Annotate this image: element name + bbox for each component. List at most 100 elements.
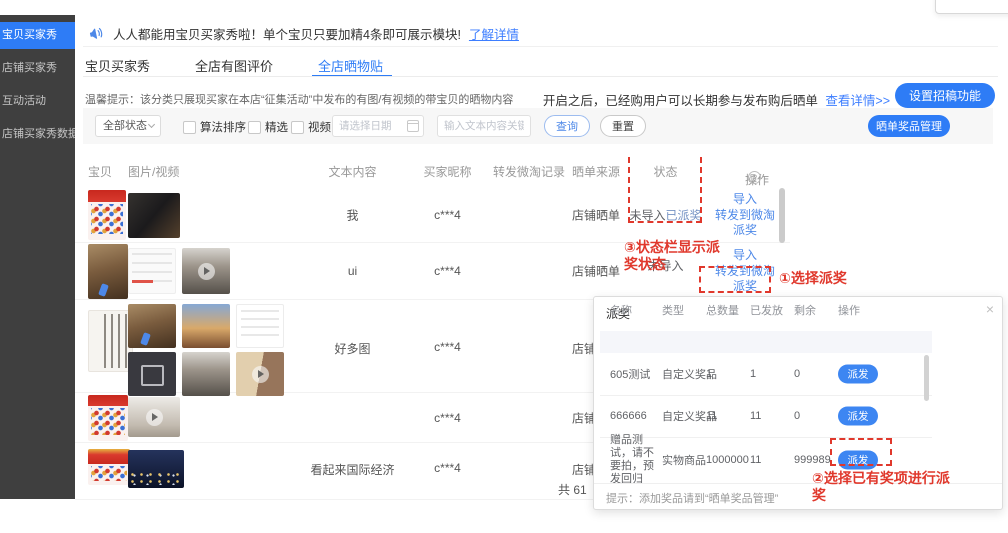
prize-name: 666666 — [610, 410, 647, 422]
setup-solicit-button[interactable]: 设置招稿功能 — [895, 83, 995, 108]
checkbox-icon[interactable] — [248, 121, 261, 134]
media-thumbnail[interactable] — [128, 352, 176, 396]
col-item: 宝贝 — [88, 163, 112, 180]
sidebar-item-item-buyer-show[interactable]: 宝贝买家秀 — [0, 22, 75, 49]
notice-text: 人人都能用宝贝买家秀啦！单个宝贝只要加精4条即可展示模块! — [113, 24, 461, 43]
modal-scrollbar[interactable] — [924, 355, 929, 401]
enable-tip-text: 开启之后，已经购用户可以长期参与发布购后晒单 — [543, 94, 818, 108]
cell-text: ui — [310, 264, 395, 278]
cell-status: 未导入已派奖 — [628, 207, 703, 224]
mcol-total: 总数量 — [706, 302, 739, 318]
notice-bar: 人人都能用宝贝买家秀啦！单个宝贝只要加精4条即可展示模块! 了解详情 — [88, 22, 519, 44]
distribute-button[interactable]: 派发 — [838, 451, 878, 470]
checkbox-icon[interactable] — [291, 121, 304, 134]
media-thumbnail[interactable] — [182, 352, 230, 396]
cell-text: 看起来国际经济 — [310, 461, 395, 478]
modal-table-header — [600, 331, 932, 353]
annotation-3: ③状态栏显示派奖状态 — [624, 239, 728, 273]
play-icon — [198, 263, 215, 280]
prize-total: 1 — [706, 368, 712, 380]
prize-manage-button[interactable]: 晒单奖品管理 — [868, 115, 950, 137]
prize-issued: 1 — [750, 368, 756, 380]
chevron-down-icon — [148, 121, 155, 128]
col-repost: 转发微淘记录 — [493, 163, 565, 180]
cell-buyer: c***4 — [415, 461, 480, 475]
cell-buyer: c***4 — [415, 264, 480, 278]
checkbox-featured[interactable]: 精选 — [248, 119, 288, 135]
tabs-divider — [83, 76, 998, 77]
media-thumbnail-video[interactable] — [182, 248, 230, 294]
media-thumbnail[interactable] — [128, 450, 184, 488]
distribute-button[interactable]: 派发 — [838, 365, 878, 384]
prize-name: 605测试 — [610, 366, 650, 382]
reset-button[interactable]: 重置 — [600, 115, 646, 137]
modal-tip: 提示：添加奖品请到“晒单奖品管理” — [606, 490, 778, 506]
product-image[interactable] — [88, 190, 126, 240]
status-select[interactable]: 全部状态 — [95, 115, 161, 137]
calendar-icon[interactable] — [407, 120, 419, 132]
checkbox-icon[interactable] — [183, 121, 196, 134]
filter-bar: 全部状态 算法排序 精选 视频 查询 重置 晒单奖品管理 — [83, 108, 993, 144]
import-link[interactable]: 导入 — [703, 192, 787, 208]
checkbox-label: 精选 — [265, 119, 288, 135]
product-image[interactable] — [88, 449, 130, 485]
product-image[interactable] — [88, 310, 133, 372]
distribute-button[interactable]: 派发 — [838, 407, 878, 426]
help-icon[interactable]: ? — [748, 171, 761, 184]
sidebar-item-interactive-activity[interactable]: 互动活动 — [0, 93, 75, 109]
product-image[interactable] — [88, 395, 128, 441]
col-buyer: 买家昵称 — [415, 163, 480, 180]
view-details-link[interactable]: 查看详情>> — [825, 94, 890, 108]
prize-total: 11 — [706, 410, 717, 422]
annotation-2: ②选择已有奖项进行派奖 — [812, 470, 952, 504]
annotation-1: ①选择派奖 — [779, 270, 847, 287]
cutoff-popup — [935, 0, 1008, 14]
checkbox-video[interactable]: 视频 — [291, 119, 331, 135]
award-link[interactable]: 派奖 — [703, 279, 787, 295]
tab-shop-photo-reviews[interactable]: 全店有图评价 — [195, 56, 273, 75]
notice-detail-link[interactable]: 了解详情 — [469, 24, 519, 43]
search-button[interactable]: 查询 — [544, 115, 590, 137]
media-thumbnail-video[interactable] — [128, 397, 180, 437]
product-image[interactable] — [88, 244, 128, 299]
cell-text: 好多图 — [310, 340, 395, 357]
table-scrollbar[interactable] — [779, 188, 785, 243]
sidebar-item-buyer-show-data[interactable]: 店铺买家秀数据 — [0, 126, 75, 142]
table-header: 宝贝 图片/视频 文本内容 买家昵称 转发微淘记录 晒单来源 状态 操作? — [75, 155, 790, 185]
prize-remain: 999989 — [794, 454, 831, 466]
checkbox-label: 视频 — [308, 119, 331, 135]
close-icon[interactable]: × — [986, 302, 994, 316]
media-thumbnail[interactable] — [128, 304, 176, 348]
checkbox-label: 算法排序 — [200, 119, 246, 135]
repost-weitao-link[interactable]: 转发到微淘 — [703, 207, 787, 223]
modal-row: 605测试 自定义奖品 1 1 0 派发 — [600, 353, 932, 395]
mcol-ops: 操作 — [838, 302, 860, 318]
status-select-value: 全部状态 — [103, 120, 147, 132]
keyword-input[interactable] — [437, 115, 531, 137]
prize-total: 1000000 — [706, 454, 749, 466]
tab-item-buyer-show[interactable]: 宝贝买家秀 — [85, 56, 150, 75]
prize-issued: 11 — [750, 410, 761, 422]
play-icon — [146, 409, 163, 426]
cell-buyer: c***4 — [415, 340, 480, 354]
status-not-imported: 未导入 — [629, 209, 665, 223]
play-icon — [252, 366, 269, 383]
col-media: 图片/视频 — [128, 163, 179, 180]
sidebar-item-shop-buyer-show[interactable]: 店铺买家秀 — [0, 60, 75, 76]
enable-tip: 开启之后，已经购用户可以长期参与发布购后晒单 查看详情>> — [543, 90, 890, 109]
media-thumbnail[interactable] — [128, 193, 180, 238]
media-thumbnail[interactable] — [128, 248, 176, 294]
modal-row: 666666 自定义奖品 11 11 0 派发 — [600, 395, 932, 437]
checkbox-algorithm-sort[interactable]: 算法排序 — [183, 119, 246, 135]
media-thumbnail[interactable] — [236, 304, 284, 348]
mcol-issued: 已发放 — [750, 302, 783, 318]
award-link[interactable]: 派奖 — [703, 223, 787, 239]
media-thumbnail[interactable] — [182, 304, 230, 348]
megaphone-icon — [86, 23, 106, 43]
app-window: 宝贝买家秀 店铺买家秀 互动活动 店铺买家秀数据 人人都能用宝贝买家秀啦！单个宝… — [0, 0, 1008, 533]
media-thumbnail-video[interactable] — [236, 352, 284, 396]
table-row: 我 c***4 店铺晒单 未导入已派奖 导入 转发到微淘 派奖 — [75, 188, 790, 243]
tab-shop-show-posts[interactable]: 全店晒物贴 — [318, 56, 383, 75]
sidebar: 宝贝买家秀 店铺买家秀 互动活动 店铺买家秀数据 — [0, 15, 75, 499]
warm-tip-text: 温馨提示：该分类只展现买家在本店“征集活动”中发布的有图/有视频的带宝贝的晒物内… — [85, 91, 513, 107]
